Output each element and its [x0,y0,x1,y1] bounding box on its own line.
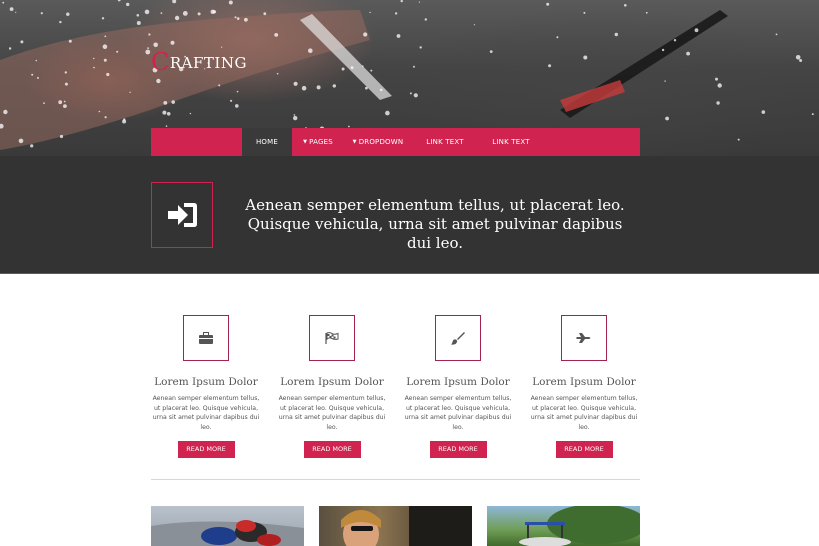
logo-initial: C [151,48,170,76]
hero-header: CRAFTING HOME ▼ PAGES ▼ DROPDOWN LINK TE… [0,0,819,156]
feature-icon-box [435,315,481,361]
woman-photo [341,506,472,546]
feature-title: Lorem Ipsum Dolor [532,376,636,388]
fighter-jet-icon [576,333,591,343]
nav-item-link-text-1[interactable]: LINK TEXT [412,128,478,156]
banner-text: Aenean semper elementum tellus, ut place… [245,196,625,252]
feature-icon-box [183,315,229,361]
nav-item-label: HOME [255,138,279,146]
nav-item-label: PAGES [309,138,333,146]
nav-item-link-text-2[interactable]: LINK TEXT [478,128,544,156]
feature-card: Lorem Ipsum Dolor Aenean semper elementu… [401,315,515,459]
feature-text: Aenean semper elementum tellus, ut place… [404,395,512,431]
nav-item-label: DROPDOWN [358,138,404,146]
nav-item-label: LINK TEXT [492,138,530,146]
brush-icon [451,332,465,345]
read-more-button[interactable]: READ MORE [429,441,487,459]
feature-title: Lorem Ipsum Dolor [280,376,384,388]
flag-icon [325,332,339,344]
read-more-button[interactable]: READ MORE [177,441,235,459]
caret-down-icon: ▼ [352,139,357,145]
intro-banner: Aenean semper elementum tellus, ut place… [0,156,819,274]
section-divider [151,479,640,480]
gallery-thumbnail-motorbike[interactable] [151,506,304,546]
briefcase-icon [199,332,213,344]
read-more-button[interactable]: READ MORE [303,441,361,459]
feature-text: Aenean semper elementum tellus, ut place… [278,395,386,431]
feature-text: Aenean semper elementum tellus, ut place… [530,395,638,431]
main-navigation: HOME ▼ PAGES ▼ DROPDOWN LINK TEXT LINK T… [151,128,640,156]
nav-item-dropdown[interactable]: ▼ DROPDOWN [344,128,412,156]
gallery-thumbnail-boat[interactable] [487,506,640,546]
feature-title: Lorem Ipsum Dolor [154,376,258,388]
logo-text: RAFTING [169,54,247,72]
caret-down-icon: ▼ [303,139,308,145]
feature-text: Aenean semper elementum tellus, ut place… [152,395,260,431]
boat-photo [519,506,640,546]
feature-icon-box [561,315,607,361]
feature-card: Lorem Ipsum Dolor Aenean semper elementu… [527,315,641,459]
gallery-thumbnail-woman[interactable] [319,506,472,546]
banner-icon-box[interactable] [151,182,213,248]
feature-card: Lorem Ipsum Dolor Aenean semper elementu… [275,315,389,459]
read-more-button[interactable]: READ MORE [555,441,613,459]
nav-item-pages[interactable]: ▼ PAGES [292,128,344,156]
nav-item-label: LINK TEXT [426,138,464,146]
feature-icon-box [309,315,355,361]
nav-item-home[interactable]: HOME [242,128,292,156]
motorbike-photo [151,520,304,546]
feature-title: Lorem Ipsum Dolor [406,376,510,388]
feature-card: Lorem Ipsum Dolor Aenean semper elementu… [149,315,263,459]
site-logo[interactable]: CRAFTING [151,46,247,76]
sign-in-icon [168,203,197,227]
